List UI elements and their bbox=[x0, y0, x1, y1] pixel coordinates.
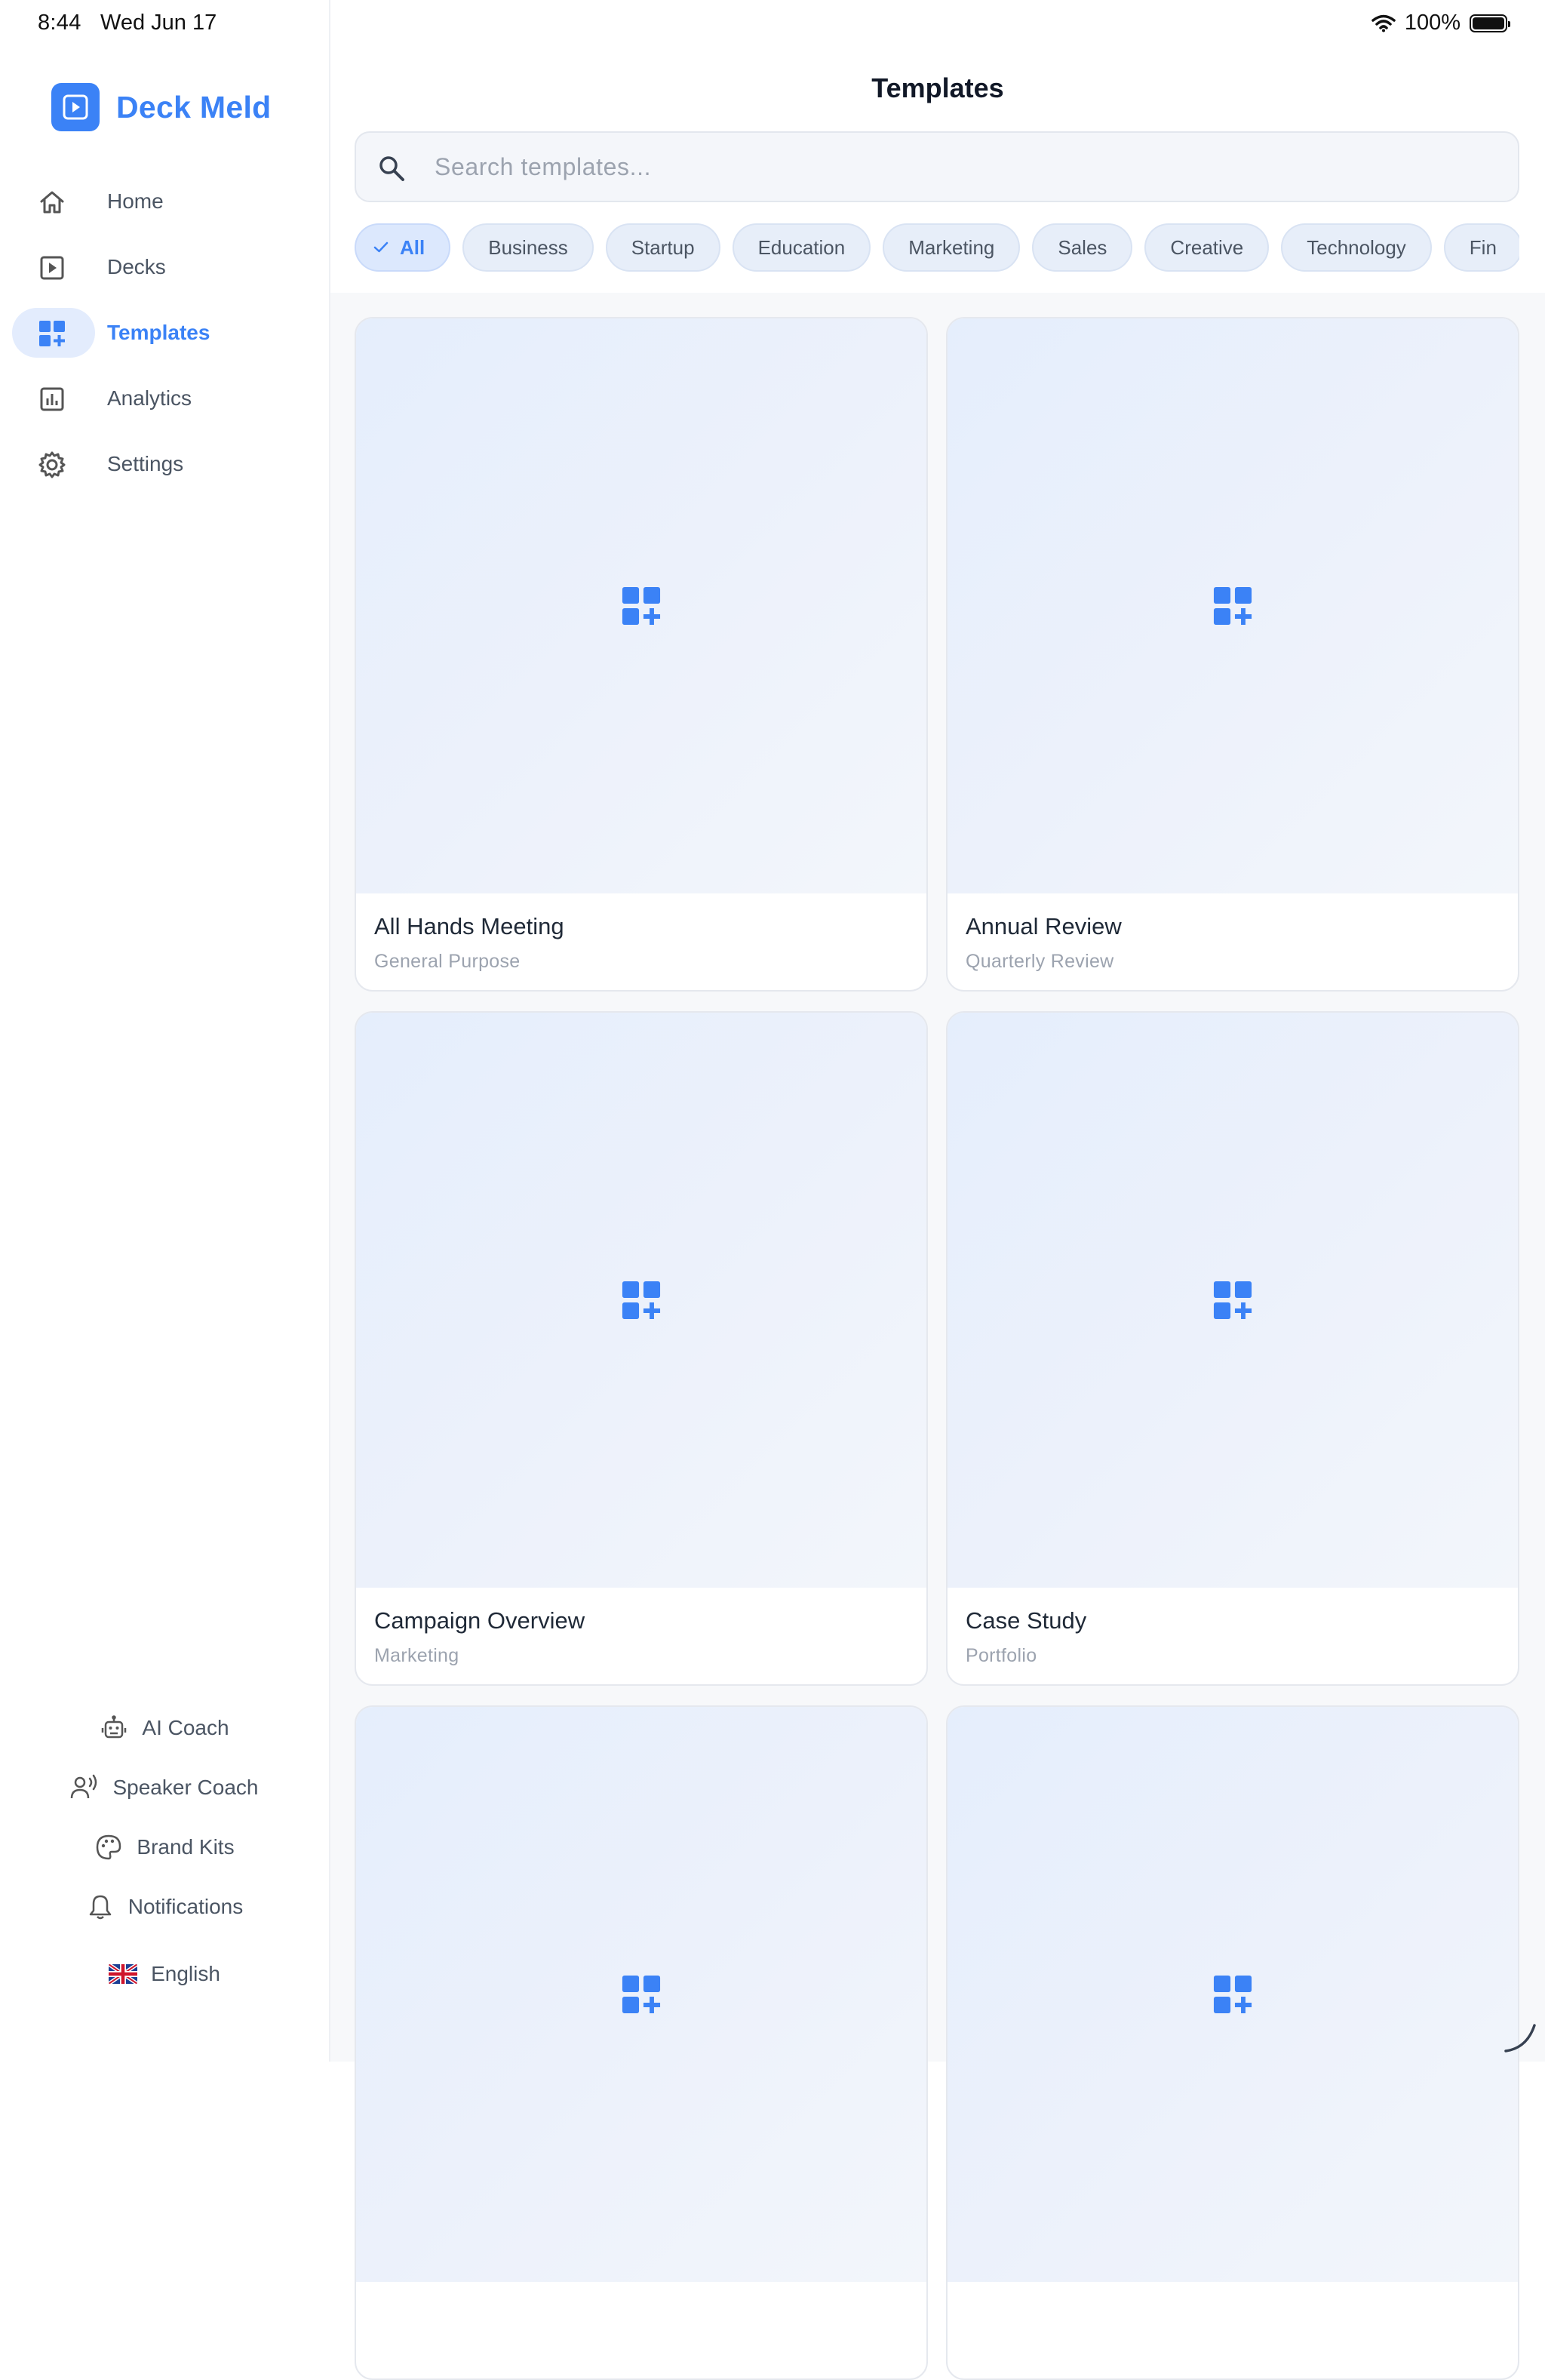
brand-name: Deck Meld bbox=[116, 89, 272, 125]
sidebar-item-label: Templates bbox=[107, 321, 210, 344]
wifi-icon bbox=[1371, 14, 1396, 32]
sidebar-item-label: Decks bbox=[107, 255, 166, 278]
template-card[interactable]: Campaign Overview Marketing bbox=[355, 1011, 928, 1686]
filter-chip-marketing[interactable]: Marketing bbox=[883, 223, 1021, 272]
filter-chip-sales[interactable]: Sales bbox=[1032, 223, 1133, 272]
search-icon bbox=[377, 154, 406, 183]
grid-plus-icon bbox=[1213, 586, 1252, 626]
template-thumbnail bbox=[948, 1013, 1518, 1588]
speaker-coach-link[interactable]: Speaker Coach bbox=[0, 1757, 329, 1817]
template-category: Marketing bbox=[374, 1645, 459, 1666]
sidebar-item-decks[interactable]: Decks bbox=[12, 242, 317, 292]
filter-chip-label: Business bbox=[488, 235, 568, 259]
template-title: Annual Review bbox=[966, 913, 1122, 939]
home-icon bbox=[38, 188, 66, 217]
brand-kits-label: Brand Kits bbox=[137, 1834, 235, 1859]
battery-percent: 100% bbox=[1404, 11, 1461, 35]
filter-chip-label: Fin bbox=[1469, 235, 1497, 259]
template-thumbnail bbox=[356, 1707, 926, 2282]
template-card[interactable]: All Hands Meeting General Purpose bbox=[355, 317, 928, 992]
template-category: Quarterly Review bbox=[966, 951, 1114, 972]
filter-chip-finance[interactable]: Fin bbox=[1443, 223, 1519, 272]
language-selector[interactable]: English bbox=[0, 1944, 329, 2003]
filter-chip-all[interactable]: All bbox=[355, 223, 451, 272]
filter-chip-label: Sales bbox=[1058, 235, 1107, 259]
template-thumbnail bbox=[356, 1013, 926, 1588]
language-label: English bbox=[151, 1961, 220, 1985]
sidebar-bottom-links: AI Coach Speaker Coach Brand Kits Notifi… bbox=[0, 1698, 329, 2003]
filter-chip-label: All bbox=[400, 235, 425, 259]
bar-chart-icon bbox=[38, 385, 66, 414]
status-date: Wed Jun 17 bbox=[100, 11, 217, 35]
gear-icon bbox=[38, 450, 66, 479]
filter-chip-business[interactable]: Business bbox=[462, 223, 594, 272]
ai-coach-link[interactable]: AI Coach bbox=[0, 1698, 329, 1757]
sidebar-item-label: Settings bbox=[107, 452, 184, 475]
filter-chip-technology[interactable]: Technology bbox=[1281, 223, 1432, 272]
filter-chip-education[interactable]: Education bbox=[732, 223, 871, 272]
template-thumbnail bbox=[948, 1707, 1518, 2282]
palette-icon bbox=[94, 1833, 123, 1862]
template-category: Portfolio bbox=[966, 1645, 1037, 1666]
play-square-icon bbox=[38, 254, 66, 282]
status-time: 8:44 bbox=[38, 11, 81, 35]
template-card[interactable] bbox=[946, 1705, 1519, 2380]
status-bar: 8:44 Wed Jun 17 100% bbox=[0, 0, 1545, 47]
search-placeholder: Search templates... bbox=[435, 153, 652, 180]
sidebar-nav: Home Decks Templates Analytics Settings bbox=[12, 177, 317, 505]
sidebar-item-templates[interactable]: Templates bbox=[12, 308, 317, 358]
uk-flag-icon bbox=[109, 1963, 138, 1984]
sidebar-item-settings[interactable]: Settings bbox=[12, 439, 317, 489]
bell-icon bbox=[86, 1893, 115, 1921]
speaker-icon bbox=[70, 1773, 99, 1802]
notifications-link[interactable]: Notifications bbox=[0, 1877, 329, 1936]
grid-plus-icon bbox=[622, 1281, 661, 1320]
template-title: Case Study bbox=[966, 1607, 1087, 1634]
sidebar-item-home[interactable]: Home bbox=[12, 177, 317, 226]
grid-plus-icon bbox=[622, 586, 661, 626]
main-content: Templates Search templates... All Busine… bbox=[330, 0, 1545, 2380]
template-card[interactable]: Annual Review Quarterly Review bbox=[946, 317, 1519, 992]
grid-plus-icon bbox=[1213, 1281, 1252, 1320]
brand-kits-link[interactable]: Brand Kits bbox=[0, 1817, 329, 1877]
battery-icon bbox=[1470, 14, 1510, 32]
ai-coach-label: AI Coach bbox=[142, 1715, 229, 1739]
brand[interactable]: Deck Meld bbox=[51, 83, 272, 131]
filter-chip-creative[interactable]: Creative bbox=[1144, 223, 1270, 272]
grid-plus-icon bbox=[622, 1975, 661, 2014]
sidebar-item-analytics[interactable]: Analytics bbox=[12, 374, 317, 423]
speaker-coach-label: Speaker Coach bbox=[112, 1775, 259, 1799]
sidebar-item-label: Home bbox=[107, 189, 164, 213]
resize-handle-icon[interactable] bbox=[1501, 2018, 1539, 2056]
grid-plus-icon bbox=[38, 319, 66, 348]
filter-chip-startup[interactable]: Startup bbox=[605, 223, 720, 272]
filter-chip-label: Creative bbox=[1170, 235, 1244, 259]
sidebar: Deck Meld Home Decks Templates Analytics… bbox=[0, 0, 330, 2062]
search-input[interactable]: Search templates... bbox=[355, 131, 1519, 202]
template-title: All Hands Meeting bbox=[374, 913, 564, 939]
sidebar-item-label: Analytics bbox=[107, 386, 192, 410]
deck-meld-logo-icon bbox=[51, 83, 100, 131]
robot-icon bbox=[100, 1714, 128, 1742]
check-icon bbox=[373, 241, 389, 254]
template-thumbnail bbox=[948, 318, 1518, 893]
template-title: Campaign Overview bbox=[374, 1607, 585, 1634]
template-category: General Purpose bbox=[374, 951, 521, 972]
filter-chip-label: Education bbox=[757, 235, 846, 259]
page-title: Templates bbox=[871, 72, 1004, 103]
template-thumbnail bbox=[356, 318, 926, 893]
notifications-label: Notifications bbox=[127, 1894, 244, 1918]
filter-chip-label: Startup bbox=[631, 235, 695, 259]
template-card[interactable] bbox=[355, 1705, 928, 2380]
filter-chips: All Business Startup Education Marketing Sal… bbox=[355, 223, 1519, 275]
grid-plus-icon bbox=[1213, 1975, 1252, 2014]
filter-chip-label: Marketing bbox=[908, 235, 995, 259]
filter-chip-label: Technology bbox=[1307, 235, 1406, 259]
template-card[interactable]: Case Study Portfolio bbox=[946, 1011, 1519, 1686]
